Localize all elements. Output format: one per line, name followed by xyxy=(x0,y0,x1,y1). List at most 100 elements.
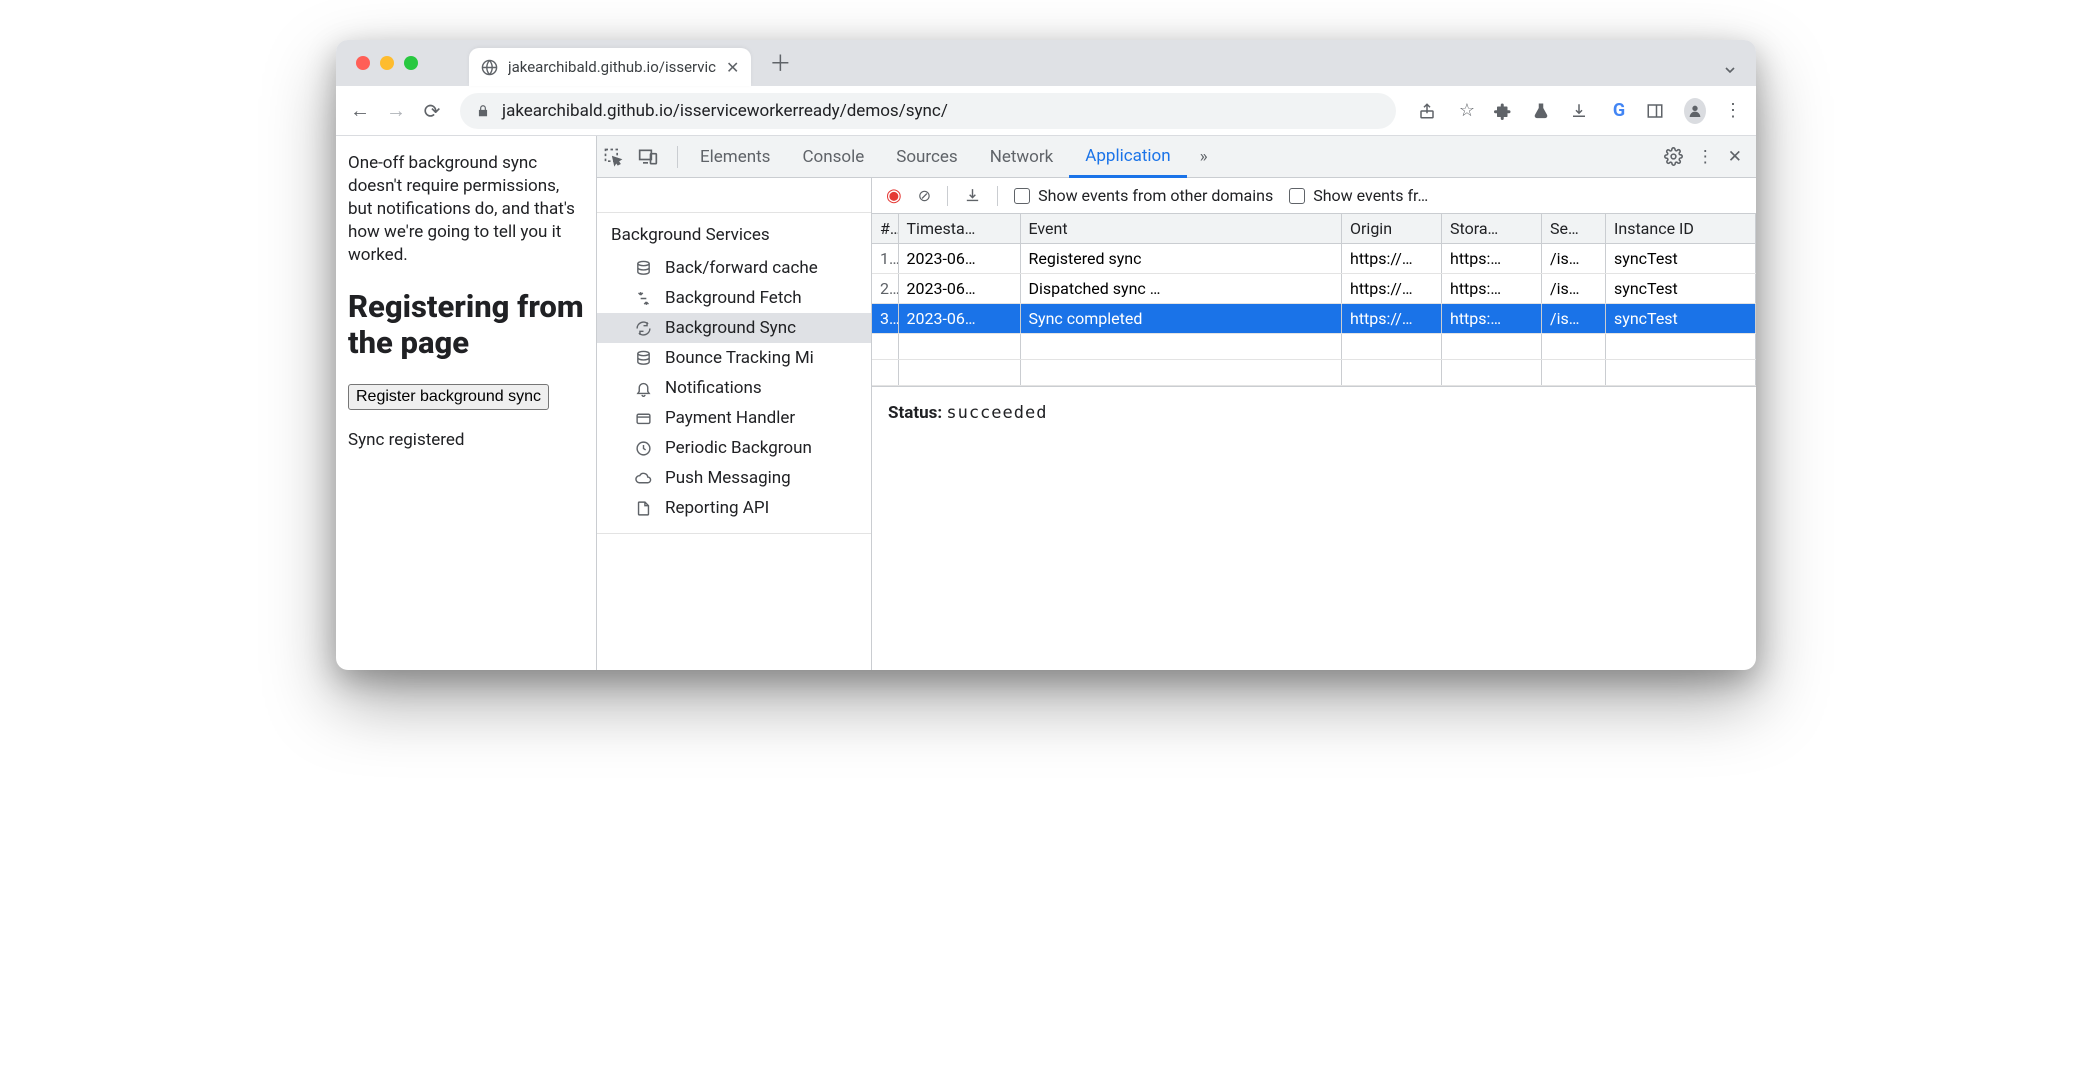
col-index[interactable]: # xyxy=(872,214,898,244)
cell: https:… xyxy=(1442,274,1542,304)
inspect-icon[interactable] xyxy=(603,147,637,167)
table-row[interactable]: 2.2023-06…Dispatched sync …https://…http… xyxy=(872,274,1756,304)
minimize-window-dot[interactable] xyxy=(380,56,394,70)
checkbox-label: Show events from other domains xyxy=(1038,186,1273,205)
reload-button[interactable]: ⟳ xyxy=(420,99,444,123)
cell: Registered sync xyxy=(1020,244,1342,274)
status-value: succeeded xyxy=(946,403,1047,423)
cell: syncTest xyxy=(1606,304,1756,334)
cell: Dispatched sync … xyxy=(1020,274,1342,304)
back-button[interactable]: ← xyxy=(348,98,372,123)
sidebar-item-label: Periodic Backgroun xyxy=(665,438,812,458)
sidebar-item-bg-fetch[interactable]: Background Fetch xyxy=(597,283,871,313)
table-row[interactable]: 3.2023-06…Sync completedhttps://…https:…… xyxy=(872,304,1756,334)
cell: /is… xyxy=(1542,304,1606,334)
tab-strip: jakearchibald.github.io/isservic ✕ ＋ xyxy=(336,40,1756,86)
browser-window: jakearchibald.github.io/isservic ✕ ＋ ← →… xyxy=(336,40,1756,670)
bgsync-pane: ◉ ⊘ Show events from other domains Show … xyxy=(872,178,1756,670)
cell: syncTest xyxy=(1606,274,1756,304)
sidebar-item-reporting[interactable]: Reporting API xyxy=(597,493,871,523)
tabs-menu-icon[interactable] xyxy=(1722,62,1738,86)
show-other-domains-checkbox[interactable]: Show events from other domains xyxy=(1014,186,1273,205)
tab-network[interactable]: Network xyxy=(974,136,1070,177)
close-tab-icon[interactable]: ✕ xyxy=(726,58,739,77)
cloud-icon xyxy=(635,470,655,487)
fullscreen-window-dot[interactable] xyxy=(404,56,418,70)
sidebar-item-label: Background Fetch xyxy=(665,288,802,308)
side-panel-icon[interactable] xyxy=(1646,102,1668,120)
tab-console[interactable]: Console xyxy=(786,136,880,177)
sidebar-item-push[interactable]: Push Messaging xyxy=(597,463,871,493)
extensions-icon[interactable] xyxy=(1494,102,1516,120)
sidebar-item-bounce[interactable]: Bounce Tracking Mi xyxy=(597,343,871,373)
device-toggle-icon[interactable] xyxy=(637,147,671,167)
sidebar-item-label: Back/forward cache xyxy=(665,258,818,278)
window-controls xyxy=(356,56,418,70)
cell: https:… xyxy=(1442,304,1542,334)
sync-icon xyxy=(635,320,655,337)
settings-gear-icon[interactable] xyxy=(1664,147,1683,166)
address-bar: ← → ⟳ jakearchibald.github.io/isservicew… xyxy=(336,86,1756,136)
devtools-close-icon[interactable]: ✕ xyxy=(1728,147,1742,167)
clear-icon[interactable]: ⊘ xyxy=(918,186,931,205)
tab-title: jakearchibald.github.io/isservic xyxy=(508,58,716,76)
cell: /is… xyxy=(1542,244,1606,274)
col-scope[interactable]: Se… xyxy=(1542,214,1606,244)
save-icon[interactable] xyxy=(964,187,981,204)
tab-application[interactable]: Application xyxy=(1069,137,1186,178)
downloads-icon[interactable] xyxy=(1570,102,1592,120)
cell: 2023-06… xyxy=(898,304,1020,334)
sidebar-item-bg-sync[interactable]: Background Sync xyxy=(597,313,871,343)
tab-sources[interactable]: Sources xyxy=(880,136,973,177)
record-icon[interactable]: ◉ xyxy=(886,185,902,206)
devtools-body: placeholder Background Services Back/for… xyxy=(597,178,1756,670)
intro-text: One-off background sync doesn't require … xyxy=(348,152,584,267)
col-storage[interactable]: Stora… xyxy=(1442,214,1542,244)
page-heading: Registering from the page xyxy=(348,289,584,362)
sidebar-item-label: Push Messaging xyxy=(665,468,791,488)
col-instance[interactable]: Instance ID xyxy=(1606,214,1756,244)
devtools-tabbar: Elements Console Sources Network Applica… xyxy=(597,136,1756,178)
table-row[interactable]: 1.2023-06…Registered synchttps://…https:… xyxy=(872,244,1756,274)
col-event[interactable]: Event xyxy=(1020,214,1342,244)
register-sync-button[interactable]: Register background sync xyxy=(348,384,549,410)
close-window-dot[interactable] xyxy=(356,56,370,70)
cell: https://… xyxy=(1342,274,1442,304)
tab-elements[interactable]: Elements xyxy=(684,136,786,177)
more-tabs-icon[interactable]: » xyxy=(1187,147,1221,167)
clock-icon xyxy=(635,440,655,457)
devtools-kebab-icon[interactable]: ⋮ xyxy=(1697,147,1714,167)
sidebar-item-payment[interactable]: Payment Handler xyxy=(597,403,871,433)
browser-tab[interactable]: jakearchibald.github.io/isservic ✕ xyxy=(469,48,751,86)
database-icon xyxy=(635,350,655,367)
col-origin[interactable]: Origin xyxy=(1342,214,1442,244)
sync-status-text: Sync registered xyxy=(348,430,584,450)
cell: 3. xyxy=(872,304,898,334)
sidebar-item-bfcache[interactable]: Back/forward cache xyxy=(597,253,871,283)
cell: https://… xyxy=(1342,304,1442,334)
page-content: One-off background sync doesn't require … xyxy=(336,136,596,670)
application-sidebar: placeholder Background Services Back/for… xyxy=(597,178,872,670)
cell: 2. xyxy=(872,274,898,304)
status-label: Status: xyxy=(888,403,942,423)
url-field[interactable]: jakearchibald.github.io/isserviceworkerr… xyxy=(460,93,1396,129)
sidebar-item-label: Background Sync xyxy=(665,318,796,338)
devtools-panel: Elements Console Sources Network Applica… xyxy=(596,136,1756,670)
labs-icon[interactable] xyxy=(1532,102,1554,120)
forward-button[interactable]: → xyxy=(384,98,408,123)
new-tab-button[interactable]: ＋ xyxy=(769,46,791,86)
cell: Sync completed xyxy=(1020,304,1342,334)
bookmark-star-icon[interactable]: ☆ xyxy=(1456,100,1478,121)
card-icon xyxy=(635,410,655,427)
sidebar-item-periodic[interactable]: Periodic Backgroun xyxy=(597,433,871,463)
col-timestamp[interactable]: Timesta… xyxy=(898,214,1020,244)
bgsync-toolbar: ◉ ⊘ Show events from other domains Show … xyxy=(872,178,1756,214)
sidebar-item-notifications[interactable]: Notifications xyxy=(597,373,871,403)
share-icon[interactable] xyxy=(1418,102,1440,120)
google-icon[interactable]: G xyxy=(1608,100,1630,121)
kebab-menu-icon[interactable]: ⋮ xyxy=(1722,100,1744,121)
show-events-checkbox[interactable]: Show events fr… xyxy=(1289,186,1428,205)
content-area: One-off background sync doesn't require … xyxy=(336,136,1756,670)
sidebar-item-label: Reporting API xyxy=(665,498,769,518)
profile-avatar[interactable] xyxy=(1684,98,1706,124)
